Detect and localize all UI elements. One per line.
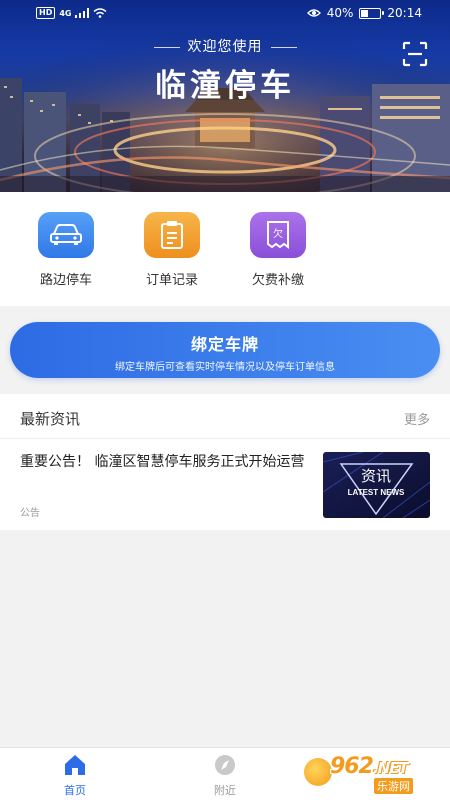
tab-label: 附近 <box>214 784 236 797</box>
quick-item-order-records[interactable]: 订单记录 <box>127 212 217 288</box>
quick-item-label: 路边停车 <box>39 273 92 288</box>
news-section-title: 最新资讯 <box>20 410 81 428</box>
quick-item-label: 订单记录 <box>145 273 198 288</box>
bottom-tab-bar: 首页 附近 962.NET 乐游网 <box>0 747 450 800</box>
car-icon <box>38 212 94 258</box>
arrears-icon: 欠 <box>250 212 306 258</box>
welcome-label: 欢迎您使用 <box>187 39 263 55</box>
news-item-tag: 公告 <box>20 508 40 519</box>
quick-item-label: 欠费补缴 <box>251 273 304 288</box>
watermark-logo <box>304 758 332 786</box>
news-section: 最新资讯 更多 重要公告！ 临潼区智慧停车服务正式开始运营 公告 资讯 LATE… <box>0 394 450 530</box>
compass-icon <box>215 755 235 775</box>
bind-plate-button[interactable]: 绑定车牌 绑定车牌后可查看实时停车情况以及停车订单信息 <box>10 322 440 378</box>
thumb-subtitle: LATEST NEWS <box>348 488 405 497</box>
quick-item-roadside-parking[interactable]: 路边停车 <box>21 212 111 288</box>
watermark-site: 乐游网 <box>374 778 413 794</box>
hd-indicator: HD <box>36 7 56 19</box>
order-list-icon <box>144 212 200 258</box>
tab-nearby[interactable]: 附近 <box>195 754 255 798</box>
divider <box>153 46 180 48</box>
news-item-title: 重要公告！ 临潼区智慧停车服务正式开始运营 <box>20 454 305 470</box>
eye-comfort-icon <box>306 9 321 17</box>
news-more-link[interactable]: 更多 <box>404 409 430 428</box>
signal-icon <box>75 8 90 18</box>
thumb-title: 资讯 <box>361 467 391 485</box>
page-title: 临潼停车 <box>155 68 295 104</box>
site-watermark: 962.NET 乐游网 <box>304 754 444 794</box>
svg-text:欠: 欠 <box>273 227 283 240</box>
clock: 20:14 <box>387 6 422 20</box>
news-thumbnail: 资讯 LATEST NEWS <box>323 452 430 518</box>
battery-icon <box>359 7 385 19</box>
hero-banner: HD 4G 40% 20:14 欢迎您使用 临潼停车 <box>0 0 450 192</box>
scan-icon[interactable] <box>402 41 428 67</box>
watermark-brand: 962.NET <box>330 754 409 779</box>
battery-percent: 40% <box>326 6 354 20</box>
welcome-text: 欢迎您使用 <box>0 36 450 56</box>
bind-plate-subtitle: 绑定车牌后可查看实时停车情况以及停车订单信息 <box>115 362 335 373</box>
home-icon <box>65 755 85 775</box>
network-type: 4G <box>59 8 72 18</box>
quick-menu: 路边停车 订单记录 欠 欠费补缴 <box>0 192 450 306</box>
quick-item-arrears-payment[interactable]: 欠 欠费补缴 <box>233 212 323 288</box>
watermark-domain: .NET <box>372 759 409 777</box>
news-header: 最新资讯 更多 <box>0 394 450 439</box>
divider <box>270 46 297 48</box>
bind-plate-title: 绑定车牌 <box>190 335 259 354</box>
watermark-number: 962 <box>330 754 374 779</box>
status-bar: HD 4G 40% 20:14 <box>0 0 450 30</box>
tab-home[interactable]: 首页 <box>45 754 105 798</box>
wifi-icon <box>94 8 107 18</box>
tab-label: 首页 <box>64 784 86 797</box>
news-list-item[interactable]: 重要公告！ 临潼区智慧停车服务正式开始运营 公告 资讯 LATEST NEWS <box>0 439 450 529</box>
